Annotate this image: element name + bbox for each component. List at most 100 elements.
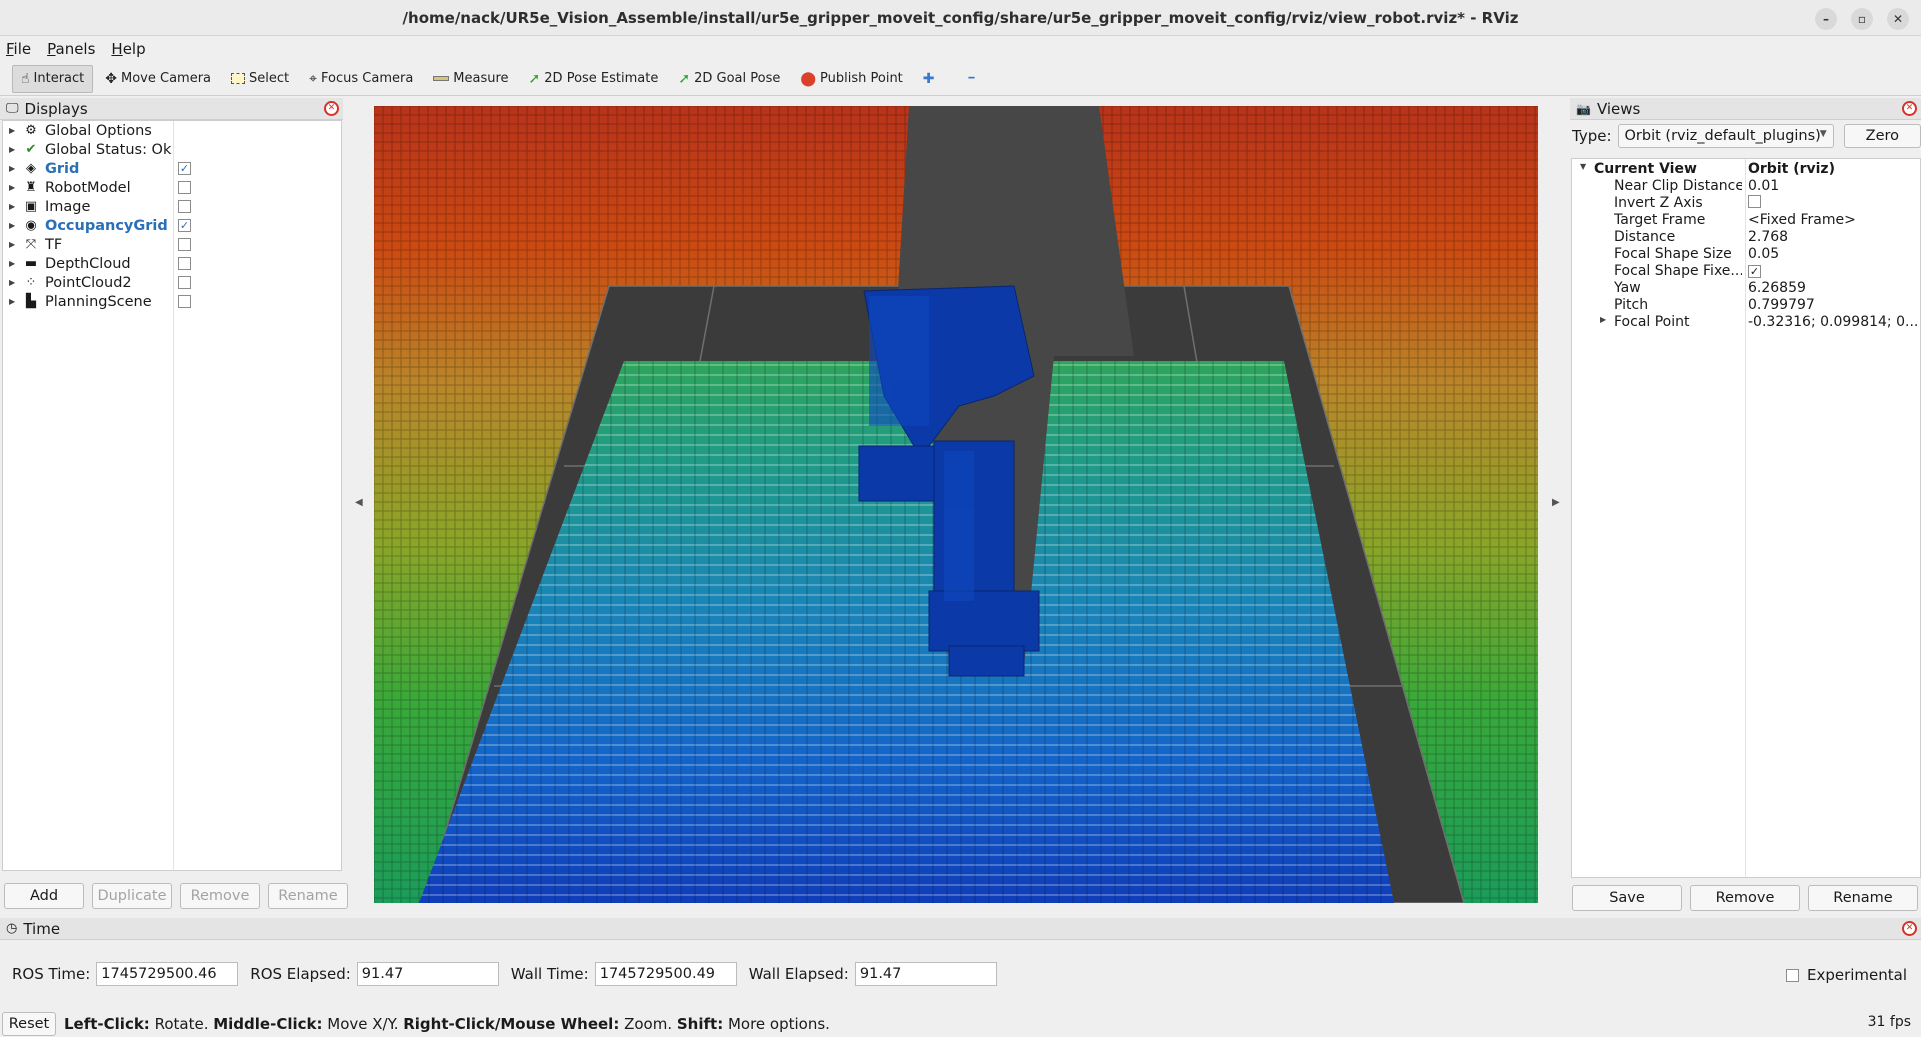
hint-middle-click-key: Middle-Click: — [213, 1014, 323, 1033]
view-prop-target-frame[interactable]: Target Frame <Fixed Frame> — [1572, 212, 1920, 229]
menu-panels[interactable]: Panels — [47, 40, 95, 58]
view-prop-focal-shape-fixe[interactable]: Focal Shape Fixe... ✓ — [1572, 263, 1920, 280]
prop-value[interactable]: 6.26859 — [1748, 280, 1918, 296]
display-item-grid[interactable]: ▶ ◈ Grid ✓ — [3, 159, 341, 178]
move-camera-tool[interactable]: ✥ Move Camera — [97, 65, 219, 93]
current-view-label: Current View — [1594, 161, 1697, 177]
display-item-occupancygrid[interactable]: ▶ ◉ OccupancyGrid ✓ — [3, 216, 341, 235]
select-tool[interactable]: Select — [223, 65, 297, 93]
wall-time-field[interactable]: 1745729500.49 — [594, 962, 737, 986]
prop-checkbox[interactable] — [1748, 195, 1761, 208]
display-item-image[interactable]: ▶ ▣ Image — [3, 197, 341, 216]
prop-value[interactable]: 0.799797 — [1748, 297, 1918, 313]
prop-value[interactable]: -0.32316; 0.099814; 0.... — [1748, 314, 1918, 330]
display-enabled-checkbox[interactable] — [178, 276, 191, 289]
reset-button[interactable]: Reset — [2, 1011, 56, 1036]
remove-display-button[interactable]: Remove — [180, 883, 260, 909]
display-item-pointcloud2[interactable]: ▶ ⁘ PointCloud2 — [3, 273, 341, 292]
view-prop-yaw[interactable]: Yaw 6.26859 — [1572, 280, 1920, 297]
zero-button[interactable]: Zero — [1843, 124, 1921, 148]
display-enabled-checkbox[interactable]: ✓ — [178, 162, 191, 175]
expand-arrow-icon[interactable]: ▶ — [1600, 315, 1606, 324]
remove-tool-button[interactable]: ━ — [961, 65, 983, 93]
display-enabled-checkbox[interactable] — [178, 295, 191, 308]
menu-help[interactable]: Help — [111, 40, 145, 58]
wall-elapsed-field[interactable]: 91.47 — [854, 962, 997, 986]
display-enabled-checkbox[interactable] — [178, 238, 191, 251]
close-panel-icon[interactable]: ✕ — [1902, 101, 1917, 116]
publish-point-tool[interactable]: ⬤ Publish Point — [792, 65, 910, 93]
view-type-select[interactable]: Orbit (rviz_default_plugins) ▼ — [1617, 124, 1834, 148]
view-prop-near-clip-distance[interactable]: Near Clip Distance 0.01 — [1572, 178, 1920, 195]
display-enabled-checkbox[interactable] — [178, 200, 191, 213]
prop-value[interactable]: 2.768 — [1748, 229, 1918, 245]
close-window-button[interactable]: ✕ — [1887, 8, 1909, 30]
display-enabled-checkbox[interactable] — [178, 257, 191, 270]
experimental-checkbox[interactable] — [1785, 968, 1799, 982]
move-icon: ✥ — [105, 70, 117, 87]
minimize-button[interactable]: – — [1815, 8, 1837, 30]
view-type-value: Orbit (rviz_default_plugins) — [1624, 128, 1821, 144]
current-view-row[interactable]: ▼ Current View Orbit (rviz) — [1572, 161, 1920, 178]
ros-time-field[interactable]: 1745729500.46 — [96, 962, 239, 986]
expand-arrow-icon[interactable]: ▶ — [9, 183, 21, 192]
render-viewport[interactable] — [374, 106, 1538, 903]
add-tool-button[interactable]: ✚ — [915, 65, 943, 93]
rename-display-button[interactable]: Rename — [268, 883, 348, 909]
view-prop-pitch[interactable]: Pitch 0.799797 — [1572, 297, 1920, 314]
measure-tool[interactable]: Measure — [425, 65, 516, 93]
prop-checkbox[interactable]: ✓ — [1748, 265, 1761, 278]
display-item-planningscene[interactable]: ▶ ▙ PlanningScene — [3, 292, 341, 311]
views-title: Views — [1596, 99, 1641, 118]
display-item-tf[interactable]: ▶ ⤧ TF — [3, 235, 341, 254]
expand-arrow-icon[interactable]: ▶ — [9, 145, 21, 154]
display-item-robotmodel[interactable]: ▶ ♜ RobotModel — [3, 178, 341, 197]
prop-value[interactable]: <Fixed Frame> — [1748, 212, 1918, 228]
duplicate-display-button[interactable]: Duplicate — [92, 883, 172, 909]
fps-counter: 31 fps — [1867, 1014, 1911, 1030]
pose-estimate-tool[interactable]: ➚ 2D Pose Estimate — [521, 65, 667, 93]
expand-arrow-icon[interactable]: ▶ — [9, 259, 21, 268]
focus-camera-tool[interactable]: ⌖ Focus Camera — [301, 65, 421, 93]
ros-elapsed-field[interactable]: 91.47 — [356, 962, 499, 986]
display-item-depthcloud[interactable]: ▶ ▬ DepthCloud — [3, 254, 341, 273]
expand-arrow-icon[interactable]: ▶ — [9, 202, 21, 211]
remove-view-button[interactable]: Remove — [1690, 885, 1800, 911]
menu-file[interactable]: File — [6, 40, 31, 58]
interact-tool[interactable]: ☝ Interact — [12, 64, 94, 93]
display-item-global-status-ok[interactable]: ▶ ✔ Global Status: Ok — [3, 140, 341, 159]
view-prop-distance[interactable]: Distance 2.768 — [1572, 229, 1920, 246]
expand-arrow-icon[interactable]: ▶ — [9, 278, 21, 287]
menu-bar: File Panels Help — [0, 36, 1921, 62]
expand-arrow-icon[interactable]: ▶ — [9, 240, 21, 249]
expand-arrow-icon[interactable]: ▶ — [9, 126, 21, 135]
view-prop-focal-point[interactable]: ▶ Focal Point -0.32316; 0.099814; 0.... — [1572, 314, 1920, 331]
collapse-right-icon[interactable]: ▶ — [1552, 497, 1560, 508]
add-display-button[interactable]: Add — [4, 883, 84, 909]
close-panel-icon[interactable]: ✕ — [1902, 921, 1917, 936]
display-item-global-options[interactable]: ▶ ⚙ Global Options — [3, 121, 341, 140]
maximize-button[interactable]: ▫ — [1851, 8, 1873, 30]
view-prop-invert-z-axis[interactable]: Invert Z Axis — [1572, 195, 1920, 212]
save-view-button[interactable]: Save — [1572, 885, 1682, 911]
camera-icon: 📷 — [1576, 101, 1591, 116]
close-panel-icon[interactable]: ✕ — [324, 101, 339, 116]
green-arrow-icon: ➚ — [678, 70, 691, 87]
expand-arrow-icon[interactable]: ▶ — [9, 297, 21, 306]
collapse-left-icon[interactable]: ◀ — [355, 497, 363, 508]
select-label: Select — [249, 71, 290, 86]
experimental-toggle[interactable]: Experimental — [1785, 966, 1907, 984]
prop-value[interactable]: 0.01 — [1748, 178, 1918, 194]
prop-value[interactable]: 0.05 — [1748, 246, 1918, 262]
view-prop-focal-shape-size[interactable]: Focal Shape Size 0.05 — [1572, 246, 1920, 263]
goal-pose-tool[interactable]: ➚ 2D Goal Pose — [670, 65, 788, 93]
display-enabled-checkbox[interactable]: ✓ — [178, 219, 191, 232]
crosshair-icon: ⌖ — [309, 70, 318, 87]
current-view-value: Orbit (rviz) — [1748, 161, 1835, 177]
expand-arrow-icon[interactable]: ▶ — [9, 221, 21, 230]
display-enabled-checkbox[interactable] — [178, 181, 191, 194]
rename-view-button[interactable]: Rename — [1808, 885, 1918, 911]
expand-arrow-icon[interactable]: ▶ — [9, 164, 21, 173]
select-icon — [231, 73, 246, 84]
hint-left-click: Rotate. — [149, 1014, 214, 1033]
